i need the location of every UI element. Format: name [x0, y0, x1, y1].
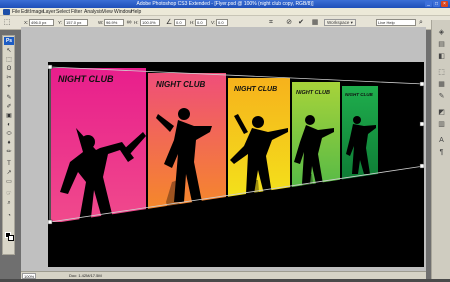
cancel-icon[interactable]: ⊘: [285, 19, 293, 27]
status-bar: 100% Doc: 1.42M/17.5M: [21, 271, 426, 279]
brush-tool-icon[interactable]: ✐: [4, 103, 14, 111]
hand-tool-icon[interactable]: ☞: [4, 190, 14, 198]
vskew-label: V:: [211, 20, 216, 25]
rotate-icon: ∠: [165, 19, 173, 26]
layers-icon[interactable]: ◩: [437, 108, 446, 117]
close-button[interactable]: ×: [441, 1, 448, 7]
menu-window[interactable]: Window: [114, 8, 132, 16]
search-field[interactable]: Live Help: [376, 19, 416, 26]
minimize-button[interactable]: _: [425, 1, 432, 7]
link-icon[interactable]: ∞: [125, 19, 133, 27]
app-logo-icon: [3, 9, 10, 15]
width-field[interactable]: 96.9%: [104, 19, 124, 26]
w-label: W:: [98, 20, 104, 25]
canvas-artwork[interactable]: NIGHT CLUB NIGHT CLUB NIGHT CLUB NIGHT C…: [48, 62, 424, 267]
menu-analysis[interactable]: Analysis: [84, 8, 103, 16]
menu-layer[interactable]: Layer: [43, 8, 56, 16]
quick-mask-icon[interactable]: ◔: [4, 212, 14, 220]
menu-filter[interactable]: Filter: [71, 8, 82, 16]
color-icon[interactable]: ⬚: [437, 68, 446, 77]
panel-label-2: NIGHT CLUB: [156, 80, 206, 89]
styles-icon[interactable]: ✎: [437, 92, 446, 101]
document-window: NIGHT CLUB NIGHT CLUB NIGHT CLUB NIGHT C…: [21, 27, 426, 271]
transform-handle[interactable]: [419, 163, 424, 169]
path-select-icon[interactable]: ↗: [4, 169, 14, 177]
dodge-tool-icon[interactable]: ✏: [4, 148, 14, 156]
panel-label-5: NIGHT CLUB: [345, 92, 373, 97]
type-tool-icon[interactable]: T: [4, 160, 14, 168]
transform-handle[interactable]: [48, 64, 53, 70]
maximize-button[interactable]: □: [433, 1, 440, 7]
navigator-icon[interactable]: ◈: [437, 28, 446, 37]
workspace-button[interactable]: Workspace ▾: [324, 19, 356, 26]
y-position-field[interactable]: 157.0 px: [64, 19, 88, 26]
background-color-swatch[interactable]: [8, 235, 14, 241]
info-icon[interactable]: ◧: [437, 52, 446, 61]
menu-help[interactable]: Help: [131, 8, 141, 16]
transform-handle[interactable]: [419, 121, 424, 127]
panel-label-4: NIGHT CLUB: [296, 90, 330, 96]
menu-bar: File Edit Image Layer Select Filter Anal…: [0, 8, 450, 16]
vskew-field[interactable]: 0.0: [216, 19, 228, 26]
bridge-icon[interactable]: ▦: [311, 19, 319, 27]
menu-image[interactable]: Image: [30, 8, 44, 16]
healing-tool-icon[interactable]: ✎: [4, 94, 14, 102]
commit-icon[interactable]: ✔: [297, 19, 305, 27]
angle-field[interactable]: 0.0: [174, 19, 186, 26]
panel-dock: ◈ ▤ ◧ ⬚ ▦ ✎ ◩ ▥ A ¶: [431, 20, 450, 282]
lasso-tool-icon[interactable]: ʘ: [4, 65, 14, 73]
x-position-field[interactable]: 496.0 px: [29, 19, 54, 26]
crop-tool-icon[interactable]: ✂: [4, 74, 14, 82]
window-title: Adobe Photoshop CS3 Extended - [Flyer.ps…: [136, 1, 314, 7]
marquee-tool-icon[interactable]: ⬚: [4, 56, 14, 64]
transform-handle[interactable]: [48, 219, 53, 225]
eraser-tool-icon[interactable]: ⬭: [4, 130, 14, 138]
eyedropper-tool-icon[interactable]: ⌖: [4, 83, 14, 91]
history-brush-icon[interactable]: ◐: [4, 121, 14, 129]
gradient-tool-icon[interactable]: ♦: [4, 139, 14, 147]
zoom-tool-icon[interactable]: ⌕: [4, 199, 14, 207]
hskew-field[interactable]: 0.0: [195, 19, 207, 26]
swatches-icon[interactable]: ▦: [437, 80, 446, 89]
menu-view[interactable]: View: [102, 8, 113, 16]
hskew-label: H:: [190, 20, 195, 25]
channels-icon[interactable]: ▥: [437, 120, 446, 129]
transform-handle[interactable]: [419, 81, 424, 87]
panel-label-3: NIGHT CLUB: [234, 86, 277, 93]
x-label: X:: [24, 20, 29, 25]
character-icon[interactable]: A: [437, 136, 446, 145]
stamp-tool-icon[interactable]: ▣: [4, 112, 14, 120]
transform-tool-icon: ⬚: [3, 19, 11, 26]
y-label: Y:: [58, 20, 63, 25]
title-bar: Adobe Photoshop CS3 Extended - [Flyer.ps…: [0, 0, 450, 8]
move-tool-icon[interactable]: ↖: [4, 47, 14, 55]
h-label: H:: [134, 20, 139, 25]
menu-edit[interactable]: Edit: [21, 8, 30, 16]
photoshop-window: Adobe Photoshop CS3 Extended - [Flyer.ps…: [0, 0, 450, 282]
histogram-icon[interactable]: ▤: [437, 40, 446, 49]
height-field[interactable]: 100.0%: [140, 19, 160, 26]
menu-file[interactable]: File: [12, 8, 20, 16]
toolbox: Ps ↖ ⬚ ʘ ✂ ⌖ ✎ ✐ ▣ ◐ ⬭ ♦ ✏ T ↗ ▭ ☞ ⌕ ◔: [2, 35, 15, 255]
warp-icon[interactable]: ⌗: [267, 19, 275, 27]
search-icon[interactable]: ⌕: [417, 19, 425, 27]
ps-badge: Ps: [4, 37, 14, 45]
panel-label-1: NIGHT CLUB: [58, 74, 114, 84]
paragraph-icon[interactable]: ¶: [437, 148, 446, 157]
shape-tool-icon[interactable]: ▭: [4, 178, 14, 186]
menu-select[interactable]: Select: [56, 8, 70, 16]
